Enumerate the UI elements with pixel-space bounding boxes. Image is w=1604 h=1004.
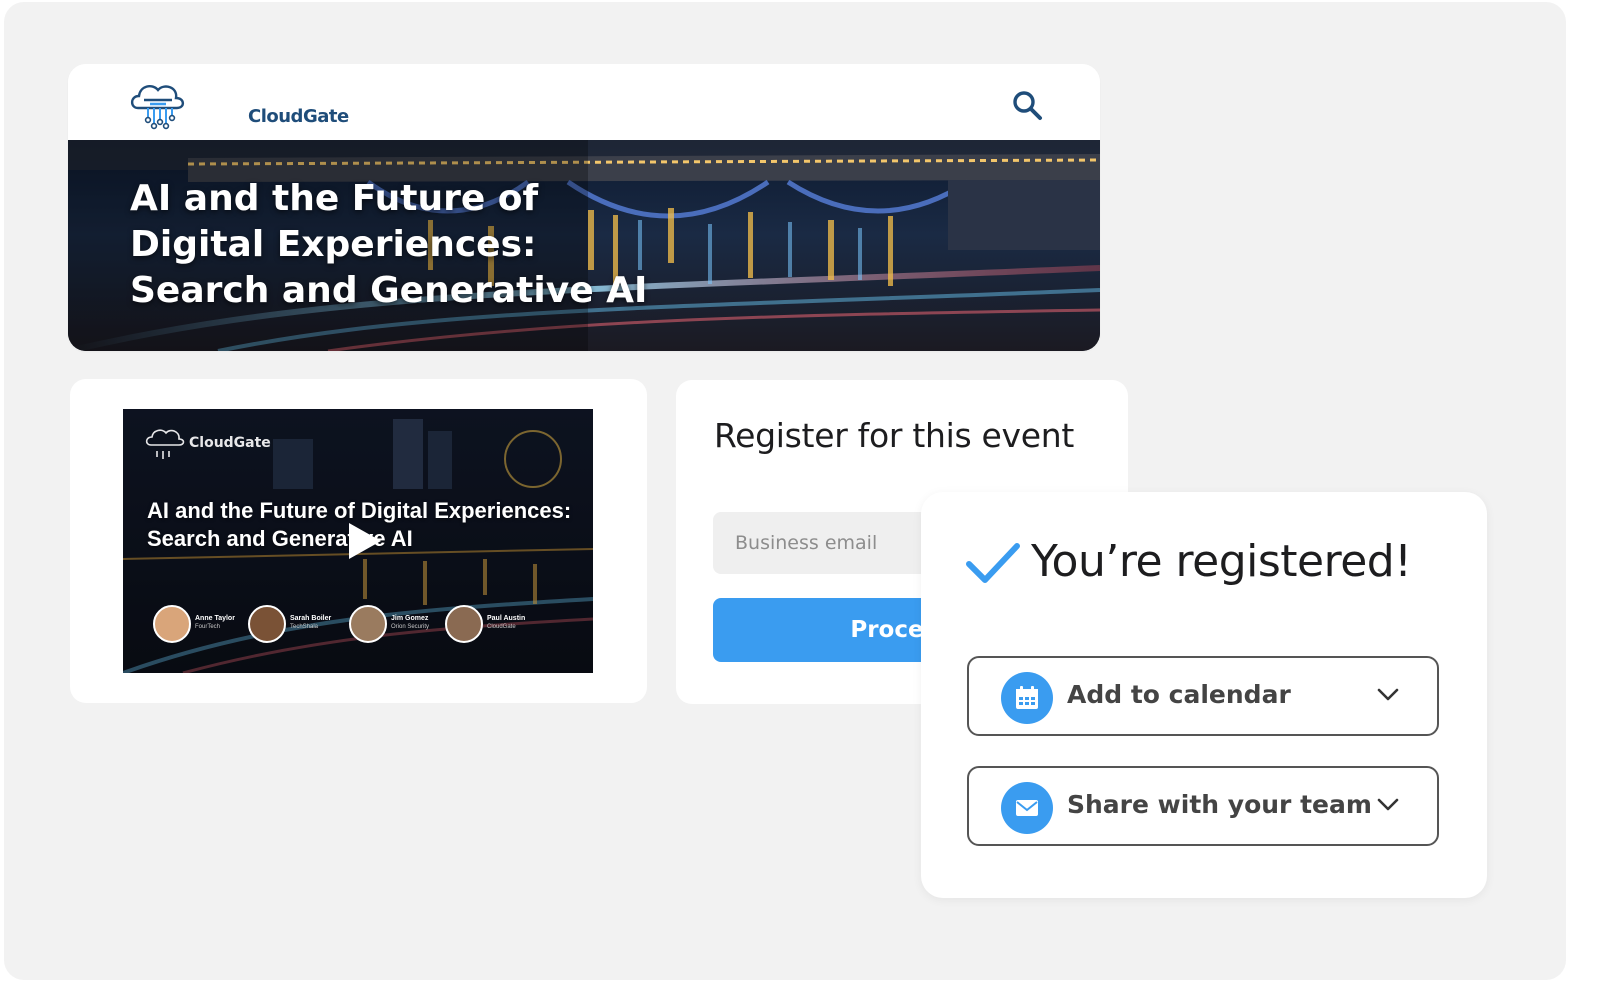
speaker-name: Paul Austin [487, 615, 526, 622]
video-logo-wordmark: CloudGate [189, 435, 271, 451]
cloud-logo-icon [130, 84, 185, 130]
play-icon[interactable] [349, 523, 381, 559]
video-card: CloudGate AI and the Future of Digital E… [70, 379, 647, 703]
calendar-icon-badge [1001, 672, 1053, 724]
speaker-list: Anne Taylor FourTech Sarah Boiler TechSh… [153, 603, 573, 647]
confirmation-heading: You’re registered! [1031, 536, 1412, 587]
top-bar: CloudGate [68, 64, 1100, 140]
share-with-team-button[interactable]: Share with your team [967, 766, 1439, 846]
search-button[interactable] [1010, 88, 1046, 124]
speaker-name: Sarah Boiler [290, 615, 332, 622]
search-icon [1013, 91, 1042, 120]
cloudgate-logo[interactable]: CloudGate [128, 78, 349, 132]
speaker-name: Anne Taylor [195, 615, 235, 622]
registration-confirmation-card: You’re registered! Add to calendar Share… [921, 492, 1487, 898]
checkmark-icon [966, 543, 1020, 583]
add-to-calendar-button[interactable]: Add to calendar [967, 656, 1439, 736]
register-heading: Register for this event [714, 416, 1075, 455]
avatar [445, 605, 483, 643]
chevron-down-icon [1377, 798, 1399, 811]
event-header-card: CloudGate AI and the Future of Digital E… [68, 64, 1100, 351]
hero-banner: AI and the Future of Digital Experiences… [68, 140, 1100, 351]
speaker-org: Orion Security [391, 624, 430, 630]
chevron-down-icon [1377, 688, 1399, 701]
calendar-icon [1016, 686, 1038, 709]
mail-icon [1016, 800, 1038, 816]
avatar [349, 605, 387, 643]
add-to-calendar-label: Add to calendar [1067, 680, 1291, 709]
share-with-team-label: Share with your team [1067, 790, 1372, 819]
speaker-name: Jim Gomez [391, 615, 429, 622]
event-title: AI and the Future of Digital Experiences… [130, 178, 648, 311]
avatar [153, 605, 191, 643]
speaker-org: FourTech [195, 624, 221, 630]
mail-icon-badge [1001, 782, 1053, 834]
speaker-org: CloudGate [487, 624, 516, 630]
video-player[interactable]: CloudGate AI and the Future of Digital E… [123, 409, 593, 673]
avatar [248, 605, 286, 643]
logo-wordmark: CloudGate [248, 106, 349, 127]
page-background: CloudGate AI and the Future of Digital E… [4, 2, 1566, 980]
speaker-org: TechShala [290, 624, 319, 630]
